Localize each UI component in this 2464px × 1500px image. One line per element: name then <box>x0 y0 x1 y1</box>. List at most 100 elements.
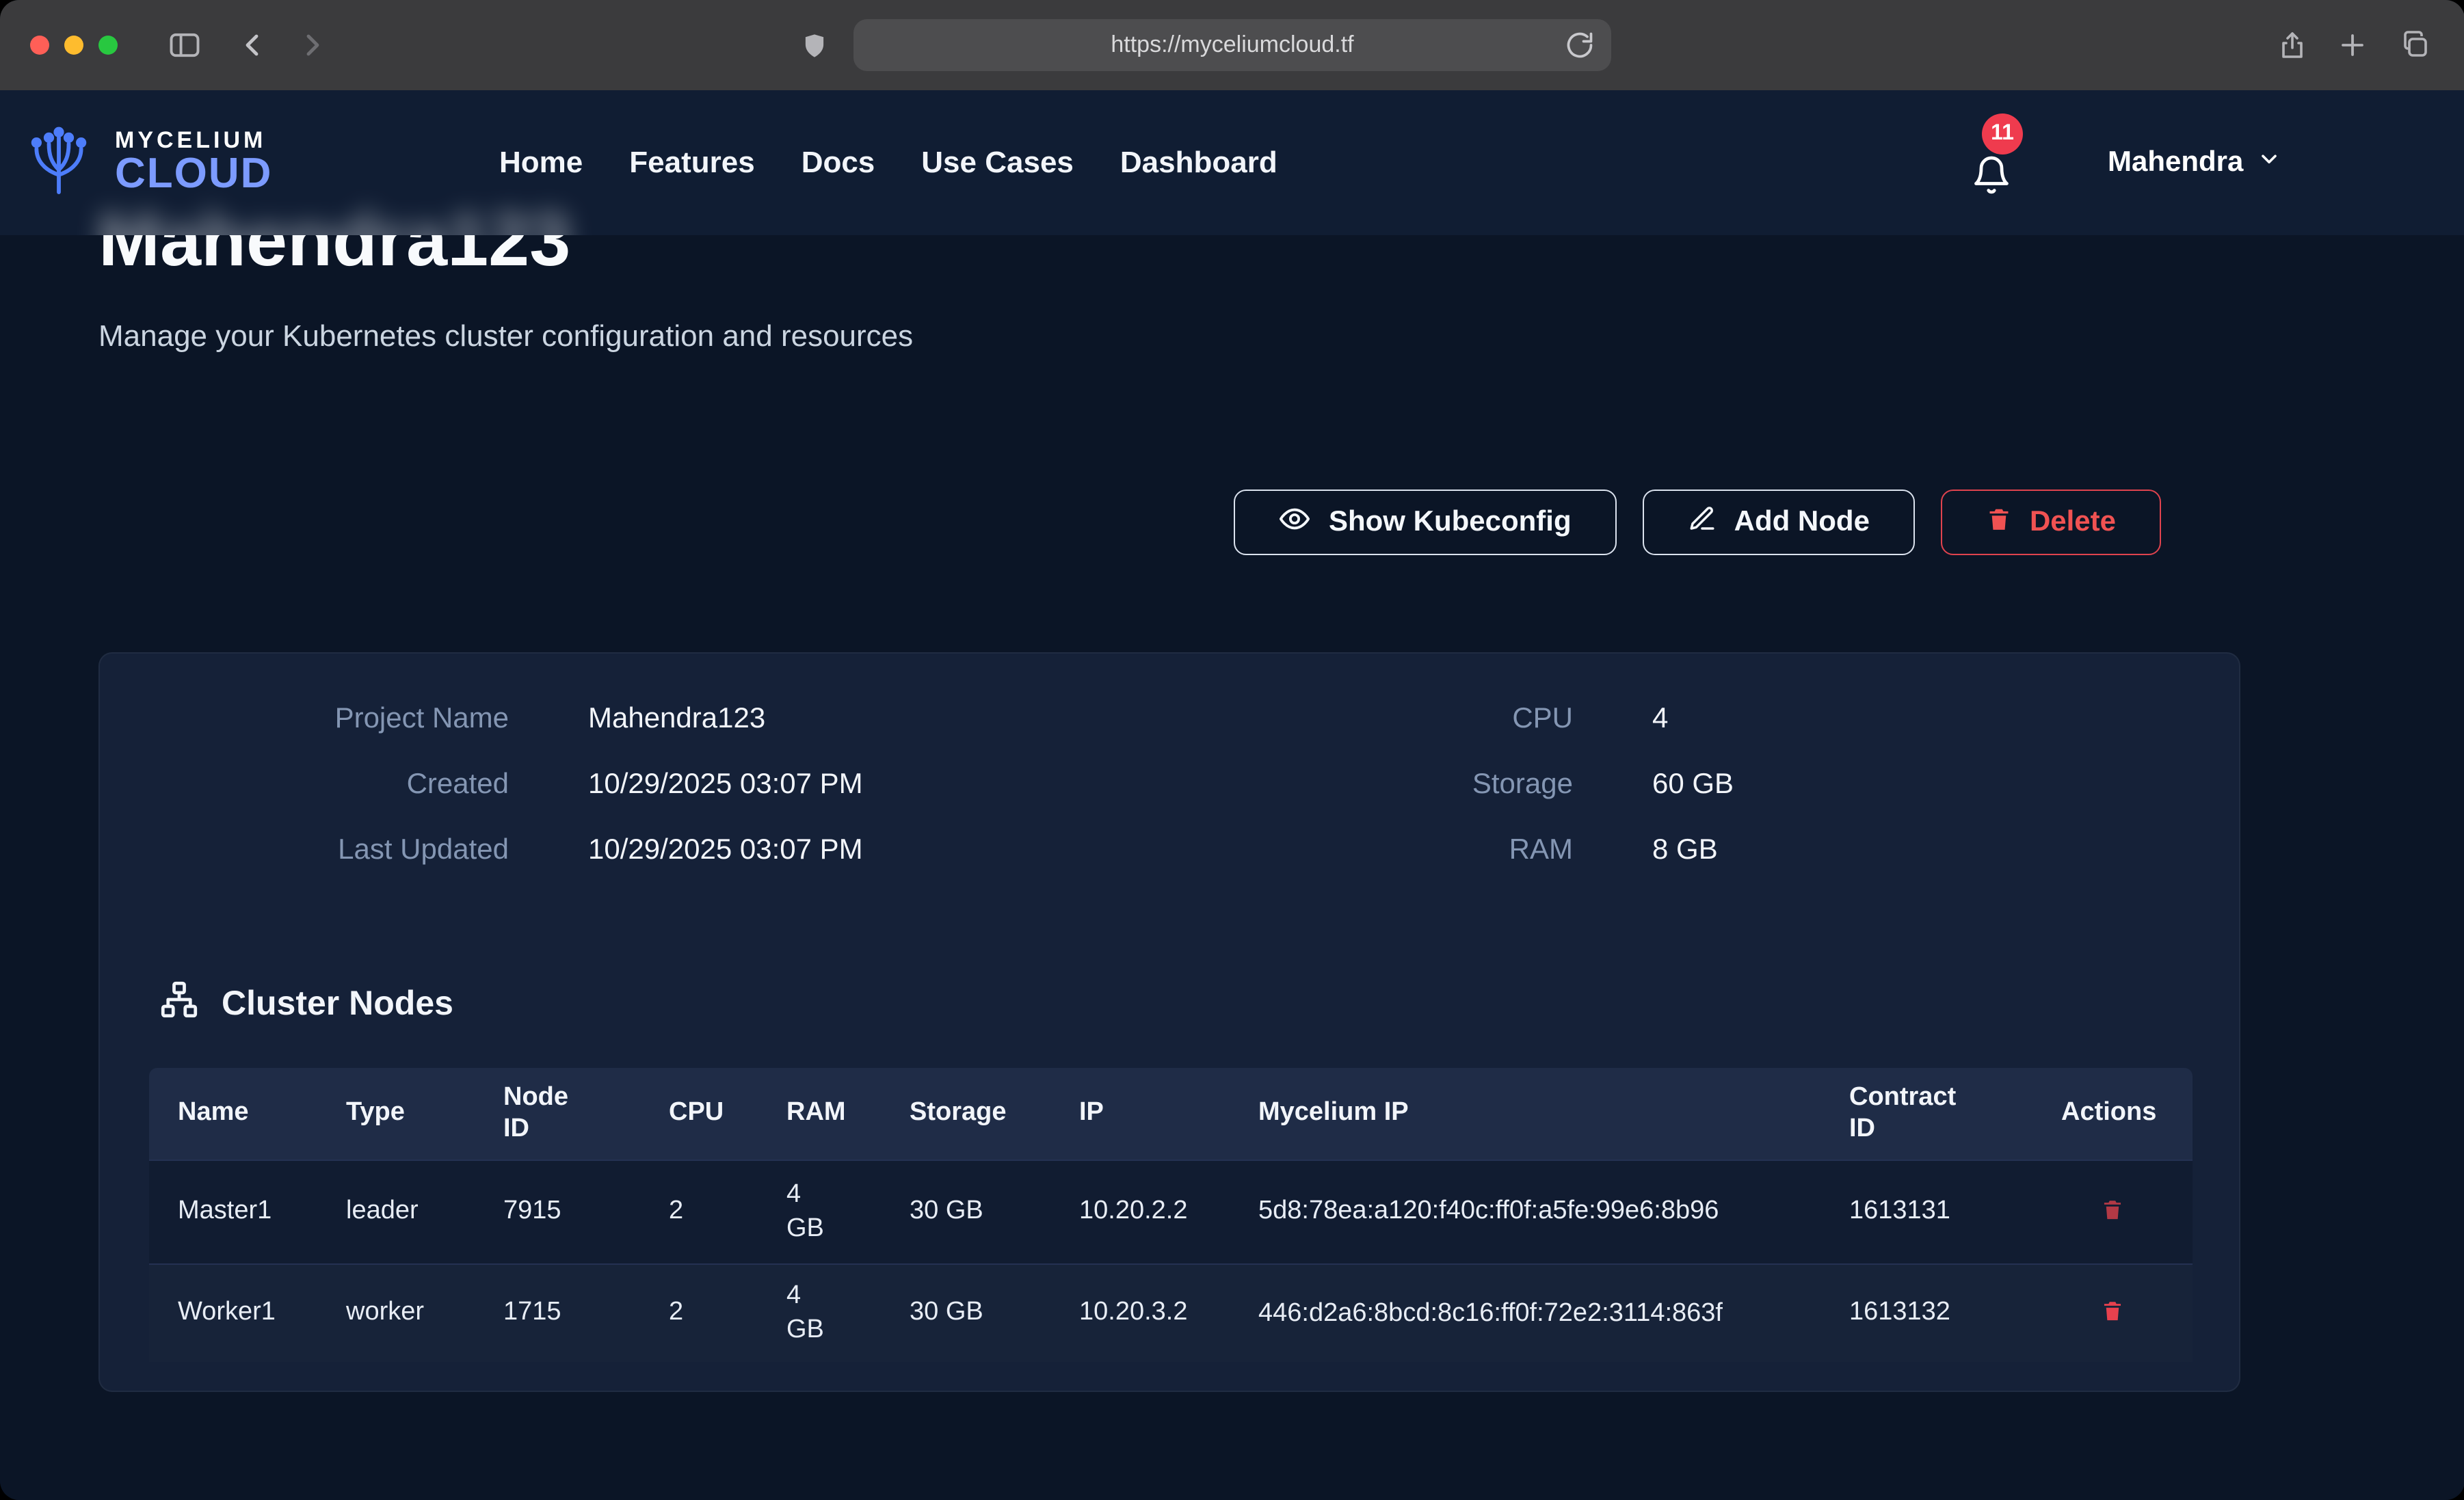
cell-storage: 30 GB <box>881 1160 1050 1263</box>
forward-icon[interactable] <box>289 0 335 90</box>
nav-item-dashboard[interactable]: Dashboard <box>1120 145 1277 180</box>
cell-type: leader <box>317 1160 475 1263</box>
cell-ram: 4 GB <box>758 1160 881 1263</box>
address-bar[interactable]: https://myceliumcloud.tf <box>853 19 1611 71</box>
detail-label: Created <box>100 768 509 801</box>
cluster-details-left: Project Name Mahendra123 Created 10/29/2… <box>100 703 863 900</box>
delete-cluster-button[interactable]: Delete <box>1941 490 2161 555</box>
table-row: Worker1 worker 1715 2 4 GB 30 GB 10.20.3… <box>149 1263 2193 1362</box>
reload-icon[interactable] <box>1565 30 1595 60</box>
cell-node-id: 1715 <box>475 1263 640 1362</box>
notification-badge: 11 <box>1982 113 2023 155</box>
mycelium-logo-icon <box>19 120 98 206</box>
delete-node-button[interactable] <box>2095 1293 2130 1334</box>
cell-storage: 30 GB <box>881 1263 1050 1362</box>
logo-text: MYCELIUM CLOUD <box>115 129 272 196</box>
share-icon[interactable] <box>2269 0 2316 90</box>
col-mycelium-ip: Mycelium IP <box>1230 1068 1820 1160</box>
col-storage: Storage <box>881 1068 1050 1160</box>
cell-name: Worker1 <box>149 1263 317 1362</box>
cluster-actions: Show Kubeconfig Add Node Delete <box>1234 490 2161 555</box>
user-menu[interactable]: Mahendra <box>2108 90 2281 235</box>
browser-window: https://myceliumcloud.tf <box>0 0 2464 1500</box>
cell-cpu: 2 <box>640 1263 758 1362</box>
detail-label: Project Name <box>100 703 509 736</box>
stage: https://myceliumcloud.tf <box>0 0 2464 1500</box>
col-ip: IP <box>1050 1068 1230 1160</box>
delete-node-button[interactable] <box>2095 1191 2130 1232</box>
cluster-nodes-icon <box>159 979 200 1030</box>
zoom-window-button[interactable] <box>98 36 118 55</box>
cell-cpu: 2 <box>640 1160 758 1263</box>
back-icon[interactable] <box>230 0 276 90</box>
page-subtitle: Manage your Kubernetes cluster configura… <box>98 319 913 354</box>
add-node-label: Add Node <box>1734 506 1870 539</box>
detail-row: Created 10/29/2025 03:07 PM <box>100 768 863 801</box>
close-window-button[interactable] <box>30 36 49 55</box>
col-cpu: CPU <box>640 1068 758 1160</box>
cell-type: worker <box>317 1263 475 1362</box>
detail-label: CPU <box>1194 703 1573 736</box>
detail-value: 10/29/2025 03:07 PM <box>588 768 863 801</box>
cell-ip: 10.20.3.2 <box>1050 1263 1230 1362</box>
detail-row: CPU 4 <box>1194 703 1734 736</box>
cluster-nodes-title: Cluster Nodes <box>222 985 453 1024</box>
table-row: Master1 leader 7915 2 4 GB 30 GB 10.20.2… <box>149 1160 2193 1263</box>
chevron-down-icon <box>2257 146 2281 179</box>
detail-row: Last Updated 10/29/2025 03:07 PM <box>100 834 863 867</box>
detail-label: Last Updated <box>100 834 509 867</box>
cell-actions <box>2032 1263 2193 1362</box>
eye-icon <box>1280 503 1311 542</box>
logo-line2: CLOUD <box>115 152 272 196</box>
nodes-table: Name Type Node ID CPU RAM Storage IP Myc… <box>149 1068 2193 1362</box>
notifications-button[interactable]: 11 <box>1971 155 2012 196</box>
logo-line1: MYCELIUM <box>115 129 272 152</box>
site-header: Mahendra123 <box>0 90 2464 235</box>
show-kubeconfig-label: Show Kubeconfig <box>1329 506 1572 539</box>
cell-contract-id: 1613131 <box>1820 1160 2032 1263</box>
nav-item-home[interactable]: Home <box>499 145 583 180</box>
col-type: Type <box>317 1068 475 1160</box>
browser-toolbar: https://myceliumcloud.tf <box>0 0 2464 90</box>
cell-mycelium-ip: 446:d2a6:8bcd:8c16:ff0f:72e2:3114:863f <box>1230 1263 1820 1362</box>
url-text: https://myceliumcloud.tf <box>1111 31 1353 59</box>
main-nav: Home Features Docs Use Cases Dashboard <box>499 90 1277 235</box>
nav-item-use-cases[interactable]: Use Cases <box>921 145 1074 180</box>
cell-ram: 4 GB <box>758 1263 881 1362</box>
col-actions: Actions <box>2032 1068 2193 1160</box>
detail-value: Mahendra123 <box>588 703 765 736</box>
cell-name: Master1 <box>149 1160 317 1263</box>
col-name: Name <box>149 1068 317 1160</box>
nav-item-features[interactable]: Features <box>629 145 754 180</box>
cell-mycelium-ip: 5d8:78ea:a120:f40c:ff0f:a5fe:99e6:8b96 <box>1230 1160 1820 1263</box>
table-header-row: Name Type Node ID CPU RAM Storage IP Myc… <box>149 1068 2193 1160</box>
new-tab-icon[interactable] <box>2329 0 2376 90</box>
delete-label: Delete <box>2030 506 2116 539</box>
pencil-icon <box>1688 504 1717 541</box>
show-kubeconfig-button[interactable]: Show Kubeconfig <box>1234 490 1617 555</box>
detail-row: Project Name Mahendra123 <box>100 703 863 736</box>
tab-overview-icon[interactable] <box>2392 0 2439 90</box>
sidebar-toggle-icon[interactable] <box>161 0 208 90</box>
page: Mahendra123 Manage your Kubernetes clust… <box>0 90 2464 1500</box>
col-ram: RAM <box>758 1068 881 1160</box>
user-name: Mahendra <box>2108 146 2243 179</box>
window-controls <box>30 36 118 55</box>
col-node-id: Node ID <box>475 1068 640 1160</box>
detail-label: RAM <box>1194 834 1573 867</box>
cluster-card: Project Name Mahendra123 Created 10/29/2… <box>98 652 2240 1392</box>
cell-actions <box>2032 1160 2193 1263</box>
nav-item-docs[interactable]: Docs <box>802 145 875 180</box>
detail-row: Storage 60 GB <box>1194 768 1734 801</box>
shield-icon[interactable] <box>791 0 837 90</box>
mycelium-logo[interactable]: MYCELIUM CLOUD <box>19 90 272 235</box>
detail-value: 10/29/2025 03:07 PM <box>588 834 863 867</box>
cluster-details-right: CPU 4 Storage 60 GB RAM 8 GB <box>1194 703 1734 900</box>
minimize-window-button[interactable] <box>64 36 83 55</box>
detail-value: 8 GB <box>1652 834 1718 867</box>
trash-icon <box>1986 504 2012 541</box>
detail-value: 60 GB <box>1652 768 1734 801</box>
detail-label: Storage <box>1194 768 1573 801</box>
add-node-button[interactable]: Add Node <box>1643 490 1915 555</box>
col-contract-id: Contract ID <box>1820 1068 2032 1160</box>
